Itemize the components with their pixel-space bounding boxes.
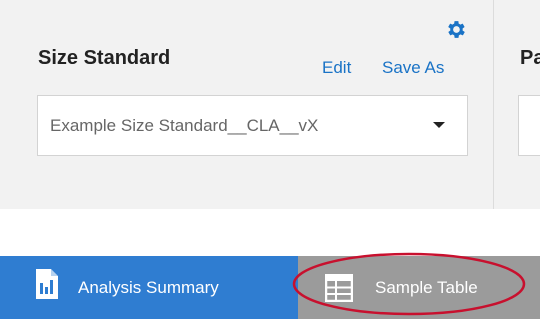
table-icon: [325, 274, 353, 302]
save-as-link[interactable]: Save As: [382, 58, 444, 78]
tab-analysis-summary[interactable]: Analysis Summary: [0, 256, 298, 319]
tab-sample-table-label: Sample Table: [375, 278, 478, 297]
tab-analysis-summary-label: Analysis Summary: [78, 278, 219, 297]
next-section-title: Pa: [520, 47, 540, 69]
tab-sample-table[interactable]: Sample Table: [298, 256, 540, 319]
section-divider: [493, 0, 494, 209]
size-standard-selected-value: Example Size Standard__CLA__vX: [50, 116, 319, 135]
edit-link[interactable]: Edit: [322, 58, 351, 78]
gear-icon[interactable]: [444, 18, 467, 41]
size-standard-select[interactable]: Example Size Standard__CLA__vX: [37, 95, 468, 156]
size-standard-title: Size Standard: [38, 47, 171, 69]
report-document-icon: [36, 269, 58, 299]
next-section-select[interactable]: [518, 95, 540, 156]
caret-down-icon: [433, 122, 445, 128]
